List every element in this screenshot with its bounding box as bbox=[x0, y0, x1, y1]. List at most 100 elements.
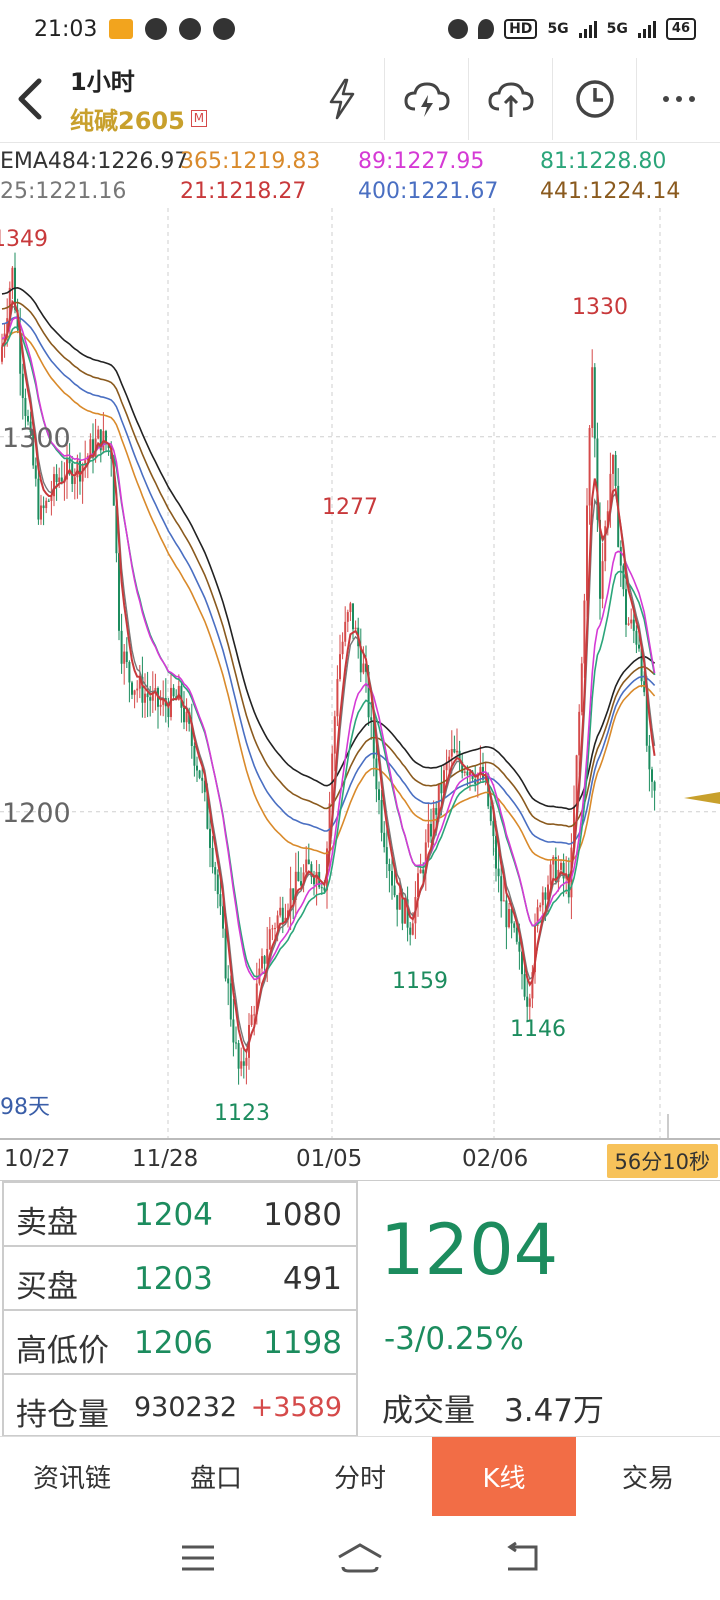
sell-qty: 1080 bbox=[263, 1197, 342, 1233]
back-button[interactable] bbox=[0, 58, 60, 140]
candle-body bbox=[193, 745, 196, 766]
candlesticks bbox=[1, 252, 656, 1085]
candle-body bbox=[209, 828, 211, 848]
candle-body bbox=[497, 868, 500, 877]
app-notification-icon-2 bbox=[145, 18, 168, 40]
high-low-row: 高低价 1206 1198 bbox=[4, 1311, 356, 1375]
candle-body bbox=[237, 1043, 240, 1069]
volume-value: 3.47万 bbox=[504, 1393, 605, 1429]
return-icon[interactable] bbox=[502, 1541, 542, 1575]
cloud-lightning-icon bbox=[403, 82, 450, 117]
candle-body bbox=[281, 907, 284, 923]
price-summary: 1204 -3/0.25% 成交量 3.47万 bbox=[358, 1181, 720, 1437]
candle-body bbox=[419, 869, 422, 874]
candle-body bbox=[261, 956, 263, 969]
lightning-icon bbox=[329, 78, 355, 120]
candle-body bbox=[586, 505, 588, 601]
location-icon bbox=[478, 19, 495, 39]
candle-body bbox=[500, 876, 503, 902]
candle-body bbox=[352, 603, 354, 630]
contract-name: 纯碱2605 M bbox=[70, 101, 208, 136]
battery-icon: 46 bbox=[665, 18, 696, 40]
contract-badge: M bbox=[190, 110, 208, 127]
contract-label: 纯碱2605 bbox=[70, 107, 185, 135]
candle-body bbox=[336, 679, 339, 717]
tab-news-chain[interactable]: 资讯链 bbox=[0, 1437, 144, 1516]
menu-icon[interactable] bbox=[178, 1543, 218, 1573]
candle-body bbox=[346, 612, 349, 622]
candle-body bbox=[73, 477, 76, 484]
candle-body bbox=[245, 1057, 248, 1066]
candle-body bbox=[492, 821, 495, 837]
lightning-button[interactable] bbox=[300, 58, 384, 140]
candle-body bbox=[526, 996, 529, 1007]
bar-countdown: 56分10秒 bbox=[606, 1144, 718, 1178]
candle-body bbox=[601, 561, 604, 599]
ema-line bbox=[1, 286, 656, 811]
candle-body bbox=[398, 892, 401, 910]
candle-body bbox=[463, 771, 466, 773]
candle-body bbox=[632, 619, 635, 631]
back-arrow-icon bbox=[18, 78, 42, 120]
history-button[interactable] bbox=[552, 58, 636, 140]
candle-body bbox=[271, 928, 274, 930]
candle-body bbox=[136, 688, 139, 691]
candle-body bbox=[128, 661, 131, 683]
annotation-low-1123: 1123 bbox=[214, 1101, 270, 1126]
candle-body bbox=[349, 603, 352, 613]
buy-qty: 491 bbox=[282, 1261, 342, 1297]
cloud-sync-button[interactable] bbox=[384, 58, 468, 140]
candle-body bbox=[60, 477, 63, 482]
candle-body bbox=[362, 663, 365, 673]
tab-order-book[interactable]: 盘口 bbox=[144, 1437, 288, 1516]
candle-body bbox=[229, 983, 232, 1020]
candle-body bbox=[339, 654, 341, 680]
status-time: 21:03 bbox=[34, 16, 98, 42]
candle-body bbox=[411, 923, 414, 935]
candle-body bbox=[518, 941, 521, 952]
current-price-marker bbox=[684, 792, 720, 804]
candle-body bbox=[235, 1042, 237, 1044]
home-icon[interactable] bbox=[335, 1541, 385, 1575]
app-notification-icon bbox=[109, 19, 134, 39]
high-low-label: 高低价 bbox=[16, 1333, 109, 1369]
signal-icon-2 bbox=[637, 20, 656, 38]
candle-body bbox=[131, 682, 133, 695]
open-interest-row: 持仓量 930232 +3589 bbox=[4, 1375, 356, 1439]
more-button[interactable] bbox=[636, 58, 720, 140]
annotation-low-1146: 1146 bbox=[510, 1017, 566, 1042]
last-price: 1204 bbox=[380, 1209, 559, 1291]
annotation-high-1277: 1277 bbox=[322, 495, 378, 520]
candle-body bbox=[55, 474, 58, 483]
candle-body bbox=[391, 871, 393, 886]
buy-row[interactable]: 买盘 1203 491 bbox=[4, 1247, 356, 1311]
candle-body bbox=[541, 892, 544, 906]
candle-body bbox=[198, 770, 201, 778]
signal-icon bbox=[578, 20, 597, 38]
candle-body bbox=[453, 749, 456, 753]
sell-label: 卖盘 bbox=[16, 1205, 78, 1241]
kline-chart-svg[interactable]: 1300 1200 1349 1330 1277 1159 1146 1123 … bbox=[0, 208, 720, 1138]
tab-kline[interactable]: K线 bbox=[432, 1437, 576, 1516]
candle-body bbox=[320, 887, 323, 889]
candle-body bbox=[528, 998, 531, 1007]
tab-intraday[interactable]: 分时 bbox=[288, 1437, 432, 1516]
candle-body bbox=[378, 789, 380, 801]
candle-body bbox=[625, 589, 627, 625]
candle-body bbox=[523, 974, 526, 997]
candle-body bbox=[172, 687, 175, 697]
candle-body bbox=[307, 859, 310, 865]
cloud-upload-button[interactable] bbox=[468, 58, 552, 140]
alarm-icon bbox=[448, 19, 469, 39]
network-label-2: 5G bbox=[606, 21, 628, 37]
candle-body bbox=[630, 619, 633, 624]
candle-body bbox=[393, 885, 396, 896]
ema-legend-item: 81:1228.80 bbox=[540, 149, 667, 174]
candle-body bbox=[250, 1014, 253, 1025]
candle-body bbox=[11, 267, 14, 288]
kline-chart[interactable]: 1300 1200 1349 1330 1277 1159 1146 1123 … bbox=[0, 208, 720, 1138]
sell-row[interactable]: 卖盘 1204 1080 bbox=[4, 1183, 356, 1247]
candle-body bbox=[508, 908, 510, 928]
tab-trade[interactable]: 交易 bbox=[576, 1437, 720, 1516]
candle-body bbox=[40, 505, 42, 520]
